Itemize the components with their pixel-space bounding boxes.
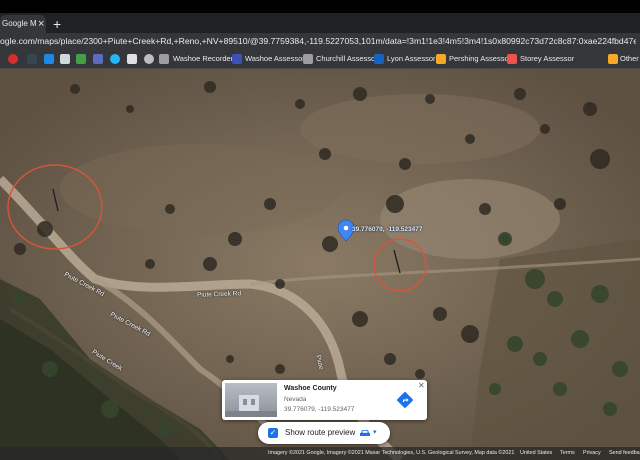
window-top-strip [0, 0, 640, 13]
bookmark-washoe-assessor[interactable]: Washoe Assessor [245, 50, 305, 68]
place-thumbnail[interactable] [225, 383, 277, 417]
bookmark-pershing-assessor[interactable]: Pershing Assessor [449, 50, 511, 68]
close-icon[interactable]: ✕ [418, 381, 425, 390]
tab-bar: Google M × + [0, 13, 640, 33]
footer-link-privacy[interactable]: Privacy [583, 447, 601, 460]
url-field[interactable]: ogle.com/maps/place/2300+Piute+Creek+Rd,… [0, 34, 636, 49]
tab-close-icon[interactable]: × [38, 15, 44, 33]
place-coordinates: 39.776079, -119.523477 [284, 406, 355, 413]
pin-coordinates-label: 39.776079, -119.523477 [352, 226, 423, 233]
tab-title: Google M [2, 19, 37, 28]
bookmark-h-icon[interactable] [144, 54, 154, 64]
bookmark-washoe-assessor-icon [232, 54, 242, 64]
directions-icon[interactable] [396, 391, 414, 409]
route-preview-label: Show route preview [285, 428, 356, 437]
place-info-card[interactable]: Washoe County Nevada 39.776079, -119.523… [222, 380, 427, 420]
car-icon[interactable] [359, 428, 371, 438]
address-bar: ogle.com/maps/place/2300+Piute+Creek+Rd,… [0, 33, 640, 50]
bookmark-churchill-assessor-icon [303, 54, 313, 64]
bookmark-g-icon[interactable] [127, 54, 137, 64]
chevron-down-icon[interactable]: ▾ [373, 422, 377, 444]
bookmark-folder-icon [608, 54, 618, 64]
footer-link-terms[interactable]: Terms [560, 447, 575, 460]
bookmarks-bar: Washoe Recorder Washoe Assessor Churchil… [0, 50, 640, 69]
bookmark-b-icon[interactable] [44, 54, 54, 64]
bookmark-a-icon[interactable] [27, 54, 37, 64]
bookmark-e-icon[interactable] [93, 54, 103, 64]
place-title: Washoe County [284, 385, 337, 392]
new-tab-button[interactable]: + [53, 15, 61, 33]
bookmark-d-icon[interactable] [76, 54, 86, 64]
bookmark-washoe-recorder[interactable]: Washoe Recorder [173, 50, 233, 68]
bookmark-lyon-assessor[interactable]: Lyon Assessor [387, 50, 436, 68]
place-subtitle: Nevada [284, 396, 307, 403]
route-preview-toggle[interactable]: ✓ Show route preview ▾ [258, 422, 390, 444]
bookmark-opera-icon[interactable] [8, 54, 18, 64]
bookmark-washoe-recorder-icon [159, 54, 169, 64]
checkbox-checked-icon[interactable]: ✓ [268, 428, 278, 438]
bookmark-other[interactable]: Other B [620, 50, 640, 68]
bookmark-storey-assessor-icon [507, 54, 517, 64]
bookmark-lyon-assessor-icon [374, 54, 384, 64]
imagery-attribution: Imagery ©2021 Google, Imagery ©2021 Maxa… [268, 450, 515, 456]
bookmark-pershing-assessor-icon [436, 54, 446, 64]
footer-link-region[interactable]: United States [520, 447, 552, 460]
bookmark-c-icon[interactable] [60, 54, 70, 64]
bookmark-f-icon[interactable] [110, 54, 120, 64]
footer-link-feedback[interactable]: Send feedba [609, 447, 640, 460]
map-footer: Imagery ©2021 Google, Imagery ©2021 Maxa… [0, 447, 640, 460]
bookmark-churchill-assessor[interactable]: Churchill Assessor [316, 50, 378, 68]
bookmark-storey-assessor[interactable]: Storey Assessor [520, 50, 574, 68]
